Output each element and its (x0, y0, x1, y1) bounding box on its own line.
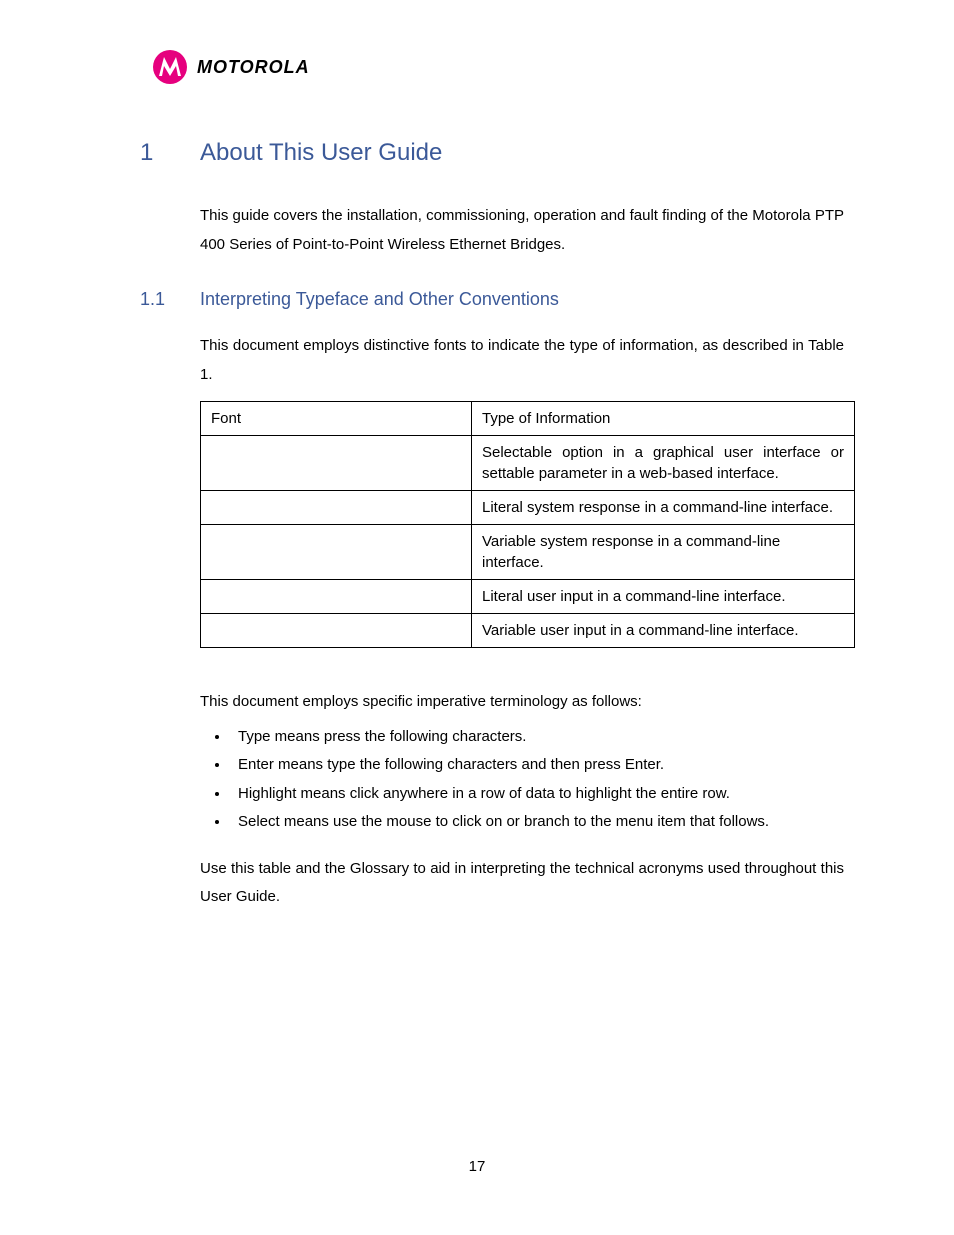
motorola-logo-icon (153, 50, 187, 84)
table-row: Literal system response in a command-lin… (201, 491, 855, 525)
table-row: Selectable option in a graphical user in… (201, 436, 855, 491)
table-cell-type: Literal user input in a command-line int… (472, 580, 855, 614)
document-header: MOTOROLA (153, 50, 854, 84)
table-cell-font (201, 436, 472, 491)
table-row: Variable system response in a command-li… (201, 525, 855, 580)
table-cell-type: Variable system response in a command-li… (472, 525, 855, 580)
terminology-list: Type means press the following character… (200, 723, 854, 837)
table-cell-type: Variable user input in a command-line in… (472, 614, 855, 648)
table-header-row: Font Type of Information (201, 402, 855, 436)
brand-name: MOTOROLA (197, 57, 310, 78)
subsection-intro: This document employs distinctive fonts … (200, 332, 844, 389)
subsection-title: Interpreting Typeface and Other Conventi… (200, 289, 559, 310)
table-cell-type: Literal system response in a command-lin… (472, 491, 855, 525)
table-row: Literal user input in a command-line int… (201, 580, 855, 614)
subsection-heading: 1.1 Interpreting Typeface and Other Conv… (140, 289, 854, 310)
list-item: Enter means type the following character… (230, 751, 854, 780)
table-cell-font (201, 525, 472, 580)
table-header-type: Type of Information (472, 402, 855, 436)
subsection-number: 1.1 (140, 289, 200, 310)
table-row: Variable user input in a command-line in… (201, 614, 855, 648)
section-number: 1 (140, 139, 200, 167)
terminology-closing: Use this table and the Glossary to aid i… (200, 855, 844, 912)
section-intro: This guide covers the installation, comm… (200, 202, 844, 259)
table-cell-font (201, 580, 472, 614)
terminology-intro: This document employs specific imperativ… (200, 688, 844, 717)
table-header-font: Font (201, 402, 472, 436)
page-number: 17 (0, 1158, 954, 1175)
list-item: Select means use the mouse to click on o… (230, 808, 854, 837)
section-heading: 1 About This User Guide (140, 139, 854, 167)
table-cell-font (201, 614, 472, 648)
table-cell-type: Selectable option in a graphical user in… (472, 436, 855, 491)
conventions-table: Font Type of Information Selectable opti… (200, 401, 855, 648)
list-item: Highlight means click anywhere in a row … (230, 780, 854, 809)
section-title: About This User Guide (200, 139, 442, 167)
list-item: Type means press the following character… (230, 723, 854, 752)
table-cell-font (201, 491, 472, 525)
